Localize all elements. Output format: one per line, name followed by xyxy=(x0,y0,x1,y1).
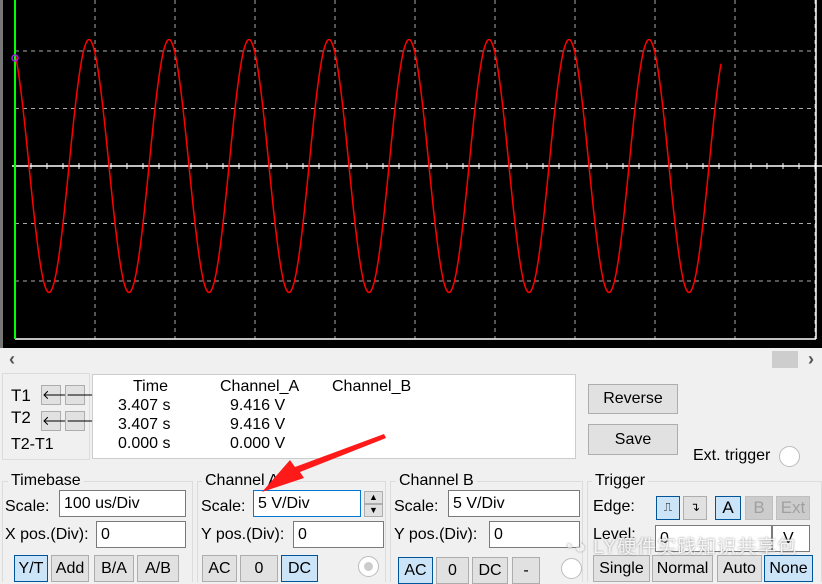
timebase-title: Timebase xyxy=(8,472,84,490)
channel-b-dc-button[interactable]: DC xyxy=(472,557,508,584)
channel-b-radio[interactable] xyxy=(561,558,582,579)
trigger-source-a[interactable]: A xyxy=(715,496,741,520)
channel-b-scale-input[interactable]: 5 V/Div xyxy=(448,490,580,517)
t2-time: 3.407 s xyxy=(118,416,171,433)
timebase-scale-label: Scale: xyxy=(5,498,50,515)
delta-time: 0.000 s xyxy=(118,435,171,452)
t2-right-button[interactable]: 🡒 xyxy=(65,411,101,431)
red-annotation-arrow xyxy=(262,434,386,492)
channel-a-ypos-label: Y pos.(Div): xyxy=(201,526,285,543)
trigger-auto-button[interactable]: Auto xyxy=(717,555,762,582)
channel-b-ac-button[interactable]: AC xyxy=(398,557,433,584)
trigger-none-button[interactable]: None xyxy=(764,555,813,582)
ext-trigger-label: Ext. trigger xyxy=(693,447,771,464)
t1-left-button[interactable]: 🡐 xyxy=(41,385,77,405)
channel-a-zero-button[interactable]: 0 xyxy=(240,555,278,582)
falling-edge-button[interactable]: ↴ xyxy=(683,496,707,520)
channel-a-dc-button[interactable]: DC xyxy=(281,555,318,582)
ext-trigger-radio[interactable] xyxy=(779,446,800,467)
channel-b-invert-button[interactable]: - xyxy=(512,557,540,584)
yt-mode-button[interactable]: Y/T xyxy=(14,555,48,582)
chevron-left-icon[interactable]: ‹ xyxy=(9,349,15,370)
channel-a-ypos-input[interactable]: 0 xyxy=(293,521,384,548)
spin-down-icon[interactable]: ▼ xyxy=(364,504,383,517)
scrollbar-thumb[interactable] xyxy=(772,351,798,368)
channel-b-scale-label: Scale: xyxy=(394,498,439,515)
timebase-scale-input[interactable]: 100 us/Div xyxy=(59,490,186,517)
channel-b-ypos-label: Y pos.(Div): xyxy=(394,526,478,543)
t1-right-button[interactable]: 🡒 xyxy=(65,385,101,405)
t2-t1-label: T2-T1 xyxy=(11,436,54,453)
rising-edge-button[interactable]: ⎍ xyxy=(656,496,680,520)
chevron-right-icon[interactable]: › xyxy=(808,349,814,370)
trigger-source-ext[interactable]: Ext xyxy=(776,496,810,520)
x-pos-input[interactable]: 0 xyxy=(96,521,186,548)
edge-label: Edge: xyxy=(593,498,635,515)
x-pos-label: X pos.(Div): xyxy=(5,526,89,543)
horizontal-scrollbar[interactable]: ‹ › xyxy=(0,348,822,372)
waveform-display xyxy=(11,0,822,340)
t1-label: T1 xyxy=(11,386,31,405)
trigger-normal-button[interactable]: Normal xyxy=(652,555,713,582)
channel-b-title: Channel B xyxy=(396,472,477,490)
reverse-button[interactable]: Reverse xyxy=(588,384,678,414)
wechat-icon: ◔◕ xyxy=(562,537,594,558)
add-mode-button[interactable]: Add xyxy=(51,555,89,582)
header-channel-b: Channel_B xyxy=(332,378,412,395)
channel-a-radio[interactable] xyxy=(358,556,379,577)
trigger-single-button[interactable]: Single xyxy=(593,555,650,582)
channel-a-scale-label: Scale: xyxy=(201,498,246,515)
channel-b-zero-button[interactable]: 0 xyxy=(436,557,469,584)
ba-mode-button[interactable]: B/A xyxy=(94,555,134,582)
save-button[interactable]: Save xyxy=(588,424,678,455)
t2-label: T2 xyxy=(11,408,31,427)
channel-a-ac-button[interactable]: AC xyxy=(202,555,237,582)
falling-edge-icon: ↴ xyxy=(689,500,701,514)
cursor-controls: T1 🡐 🡒 T2 🡐 🡒 T2-T1 xyxy=(2,373,101,460)
trigger-source-b[interactable]: B xyxy=(745,496,773,520)
t1-time: 3.407 s xyxy=(118,397,171,414)
t2-left-button[interactable]: 🡐 xyxy=(41,411,77,431)
ab-mode-button[interactable]: A/B xyxy=(137,555,179,582)
watermark-text: LY硬件实践知识共享包 xyxy=(593,537,798,558)
rising-edge-icon: ⎍ xyxy=(663,500,673,514)
watermark: ◔◕ LY硬件实践知识共享包 xyxy=(562,532,797,559)
oscilloscope-screen xyxy=(0,0,822,348)
trigger-title: Trigger xyxy=(592,472,649,490)
header-channel-a: Channel_A xyxy=(220,378,300,395)
header-time: Time xyxy=(133,378,168,395)
t1-channel-a: 9.416 V xyxy=(230,397,286,414)
